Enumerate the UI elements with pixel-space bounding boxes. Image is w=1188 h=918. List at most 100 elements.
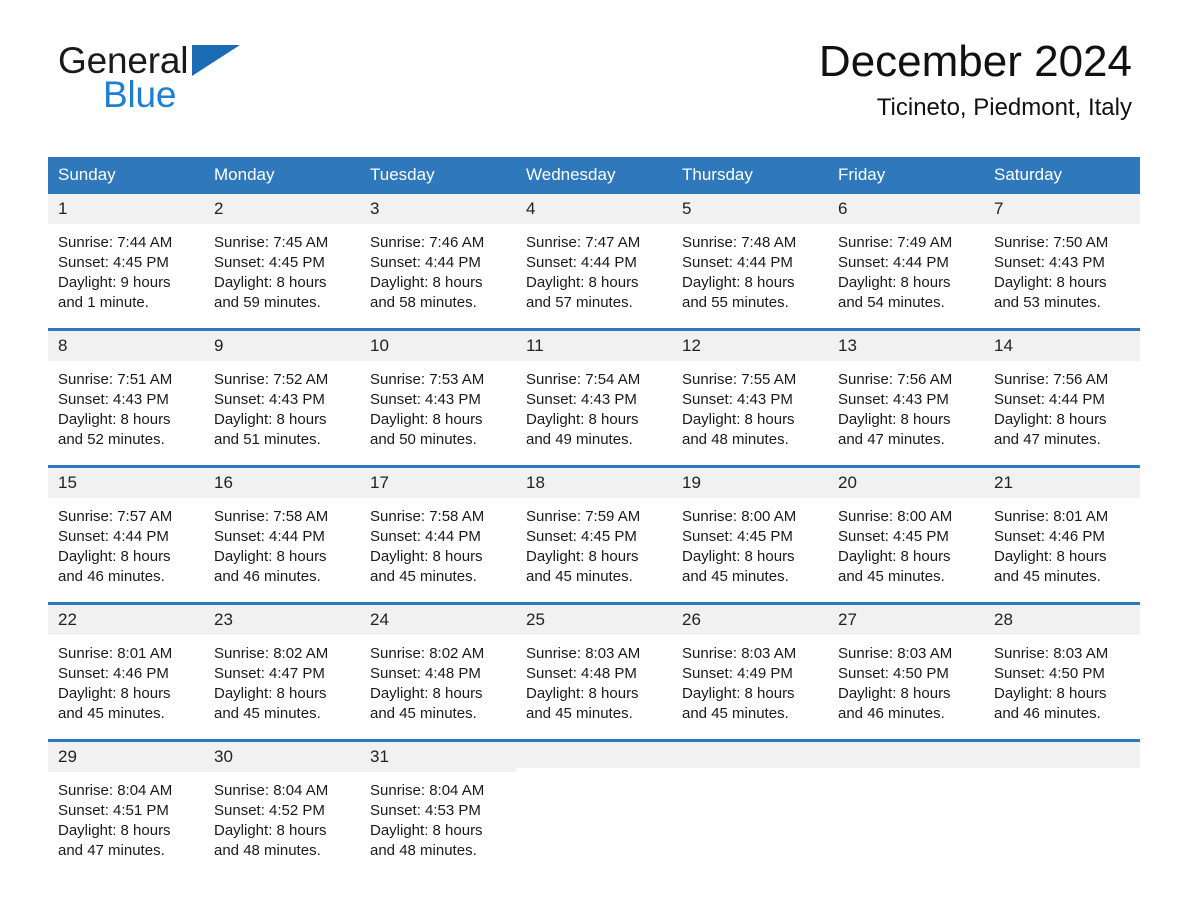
calendar-day-cell[interactable]: 31 Sunrise: 8:04 AM Sunset: 4:53 PM Dayligh… (360, 742, 516, 866)
calendar-day-cell[interactable]: 25 Sunrise: 8:03 AM Sunset: 4:48 PM Dayligh… (516, 605, 672, 729)
sunset-text: Sunset: 4:44 PM (994, 391, 1105, 408)
day-details: Sunrise: 8:03 AM Sunset: 4:48 PM Daylight:… (516, 635, 672, 724)
calendar-day-cell[interactable]: 28 Sunrise: 8:03 AM Sunset: 4:50 PM Dayligh… (984, 605, 1140, 729)
calendar-day-cell[interactable]: 11 Sunrise: 7:54 AM Sunset: 4:43 PM Dayligh… (516, 331, 672, 455)
sunset-text: Sunset: 4:44 PM (214, 528, 325, 545)
calendar-day-cell[interactable]: 18 Sunrise: 7:59 AM Sunset: 4:45 PM Dayligh… (516, 468, 672, 592)
calendar-day-cell[interactable]: 3 Sunrise: 7:46 AM Sunset: 4:44 PM Daylight… (360, 194, 516, 318)
day-details: Sunrise: 7:53 AM Sunset: 4:43 PM Daylight:… (360, 361, 516, 450)
calendar-day-cell[interactable]: 2 Sunrise: 7:45 AM Sunset: 4:45 PM Daylight… (204, 194, 360, 318)
sunset-text: Sunset: 4:43 PM (526, 391, 637, 408)
day-details: Sunrise: 8:00 AM Sunset: 4:45 PM Daylight:… (672, 498, 828, 587)
calendar-day-cell[interactable]: 17 Sunrise: 7:58 AM Sunset: 4:44 PM Dayligh… (360, 468, 516, 592)
daylight-text-line2: and 46 minutes. (838, 705, 945, 722)
daylight-text-line2: and 48 minutes. (370, 842, 477, 859)
day-number: 8 (48, 331, 204, 361)
day-details: Sunrise: 8:01 AM Sunset: 4:46 PM Daylight:… (984, 498, 1140, 587)
page-title: December 2024 (818, 37, 1132, 86)
calendar-day-cell[interactable]: 4 Sunrise: 7:47 AM Sunset: 4:44 PM Daylight… (516, 194, 672, 318)
calendar-day-cell[interactable]: 1 Sunrise: 7:44 AM Sunset: 4:45 PM Daylight… (48, 194, 204, 318)
sunrise-text: Sunrise: 8:04 AM (58, 782, 173, 799)
sunrise-text: Sunrise: 7:56 AM (994, 371, 1109, 388)
daylight-text-line1: Daylight: 8 hours (526, 548, 639, 565)
day-details: Sunrise: 7:58 AM Sunset: 4:44 PM Daylight:… (360, 498, 516, 587)
sunrise-text: Sunrise: 8:03 AM (838, 645, 953, 662)
day-details: Sunrise: 7:50 AM Sunset: 4:43 PM Daylight:… (984, 224, 1140, 313)
day-details: Sunrise: 7:59 AM Sunset: 4:45 PM Daylight:… (516, 498, 672, 587)
sunrise-text: Sunrise: 8:00 AM (838, 508, 953, 525)
weekday-header-friday: Friday (838, 165, 886, 184)
day-details: Sunrise: 7:51 AM Sunset: 4:43 PM Daylight:… (48, 361, 204, 450)
calendar-day-cell[interactable]: 8 Sunrise: 7:51 AM Sunset: 4:43 PM Daylight… (48, 331, 204, 455)
day-number: 12 (672, 331, 828, 361)
sunrise-text: Sunrise: 7:46 AM (370, 234, 485, 251)
calendar-week-row: 22 Sunrise: 8:01 AM Sunset: 4:46 PM Dayligh… (48, 602, 1140, 729)
sunrise-text: Sunrise: 7:49 AM (838, 234, 953, 251)
calendar-day-cell[interactable]: 24 Sunrise: 8:02 AM Sunset: 4:48 PM Dayligh… (360, 605, 516, 729)
brand-text-general: General (58, 40, 189, 81)
brand-text-blue: Blue (103, 74, 177, 115)
calendar-day-cell[interactable]: 14 Sunrise: 7:56 AM Sunset: 4:44 PM Dayligh… (984, 331, 1140, 455)
calendar-day-cell[interactable]: 29 Sunrise: 8:04 AM Sunset: 4:51 PM Dayligh… (48, 742, 204, 866)
sunset-text: Sunset: 4:46 PM (994, 528, 1105, 545)
sunrise-text: Sunrise: 8:00 AM (682, 508, 797, 525)
calendar-day-cell-empty (828, 742, 984, 866)
day-number: 17 (360, 468, 516, 498)
sunset-text: Sunset: 4:43 PM (214, 391, 325, 408)
calendar-day-cell[interactable]: 20 Sunrise: 8:00 AM Sunset: 4:45 PM Dayligh… (828, 468, 984, 592)
day-number: 4 (516, 194, 672, 224)
daylight-text-line1: Daylight: 8 hours (370, 548, 483, 565)
sunset-text: Sunset: 4:49 PM (682, 665, 793, 682)
daylight-text-line1: Daylight: 8 hours (214, 548, 327, 565)
day-details: Sunrise: 7:44 AM Sunset: 4:45 PM Daylight:… (48, 224, 204, 313)
day-details: Sunrise: 8:03 AM Sunset: 4:50 PM Daylight:… (984, 635, 1140, 724)
day-details: Sunrise: 8:02 AM Sunset: 4:48 PM Daylight:… (360, 635, 516, 724)
calendar-day-cell[interactable]: 15 Sunrise: 7:57 AM Sunset: 4:44 PM Dayligh… (48, 468, 204, 592)
calendar-day-cell[interactable]: 5 Sunrise: 7:48 AM Sunset: 4:44 PM Daylight… (672, 194, 828, 318)
sunrise-text: Sunrise: 7:50 AM (994, 234, 1109, 251)
day-number: 23 (204, 605, 360, 635)
sunrise-text: Sunrise: 7:55 AM (682, 371, 797, 388)
calendar-day-cell[interactable]: 30 Sunrise: 8:04 AM Sunset: 4:52 PM Dayligh… (204, 742, 360, 866)
daylight-text-line2: and 45 minutes. (994, 568, 1101, 585)
calendar-day-cell[interactable]: 16 Sunrise: 7:58 AM Sunset: 4:44 PM Dayligh… (204, 468, 360, 592)
sunset-text: Sunset: 4:51 PM (58, 802, 169, 819)
sunrise-text: Sunrise: 7:47 AM (526, 234, 641, 251)
daylight-text-line2: and 58 minutes. (370, 294, 477, 311)
calendar-day-cell[interactable]: 10 Sunrise: 7:53 AM Sunset: 4:43 PM Dayligh… (360, 331, 516, 455)
sunset-text: Sunset: 4:50 PM (838, 665, 949, 682)
sunrise-text: Sunrise: 8:03 AM (526, 645, 641, 662)
calendar-day-cell[interactable]: 19 Sunrise: 8:00 AM Sunset: 4:45 PM Dayligh… (672, 468, 828, 592)
calendar-day-cell[interactable]: 7 Sunrise: 7:50 AM Sunset: 4:43 PM Daylight… (984, 194, 1140, 318)
calendar-day-cell[interactable]: 26 Sunrise: 8:03 AM Sunset: 4:49 PM Dayligh… (672, 605, 828, 729)
daylight-text-line1: Daylight: 8 hours (370, 822, 483, 839)
daylight-text-line1: Daylight: 8 hours (58, 685, 171, 702)
sunset-text: Sunset: 4:50 PM (994, 665, 1105, 682)
sunrise-text: Sunrise: 8:04 AM (214, 782, 329, 799)
sunset-text: Sunset: 4:44 PM (682, 254, 793, 271)
calendar-day-cell[interactable]: 9 Sunrise: 7:52 AM Sunset: 4:43 PM Daylight… (204, 331, 360, 455)
day-details: Sunrise: 8:04 AM Sunset: 4:53 PM Daylight:… (360, 772, 516, 861)
daylight-text-line2: and 47 minutes. (838, 431, 945, 448)
day-details: Sunrise: 8:04 AM Sunset: 4:51 PM Daylight:… (48, 772, 204, 861)
sunset-text: Sunset: 4:45 PM (682, 528, 793, 545)
sunset-text: Sunset: 4:44 PM (370, 528, 481, 545)
sunrise-text: Sunrise: 7:57 AM (58, 508, 173, 525)
sunrise-text: Sunrise: 8:04 AM (370, 782, 485, 799)
weekday-header-wednesday: Wednesday (526, 165, 616, 184)
daylight-text-line1: Daylight: 8 hours (58, 411, 171, 428)
calendar-day-cell[interactable]: 27 Sunrise: 8:03 AM Sunset: 4:50 PM Dayligh… (828, 605, 984, 729)
daylight-text-line1: Daylight: 8 hours (682, 274, 795, 291)
calendar-day-cell[interactable]: 23 Sunrise: 8:02 AM Sunset: 4:47 PM Dayligh… (204, 605, 360, 729)
daylight-text-line1: Daylight: 8 hours (838, 274, 951, 291)
daylight-text-line1: Daylight: 8 hours (682, 548, 795, 565)
day-number: 1 (48, 194, 204, 224)
daylight-text-line2: and 46 minutes. (58, 568, 165, 585)
calendar-day-cell[interactable]: 12 Sunrise: 7:55 AM Sunset: 4:43 PM Dayligh… (672, 331, 828, 455)
calendar-day-cell[interactable]: 13 Sunrise: 7:56 AM Sunset: 4:43 PM Dayligh… (828, 331, 984, 455)
calendar-day-cell[interactable]: 22 Sunrise: 8:01 AM Sunset: 4:46 PM Dayligh… (48, 605, 204, 729)
day-number: 5 (672, 194, 828, 224)
calendar-day-cell[interactable]: 21 Sunrise: 8:01 AM Sunset: 4:46 PM Dayligh… (984, 468, 1140, 592)
calendar-day-cell[interactable]: 6 Sunrise: 7:49 AM Sunset: 4:44 PM Daylight… (828, 194, 984, 318)
day-number: 14 (984, 331, 1140, 361)
